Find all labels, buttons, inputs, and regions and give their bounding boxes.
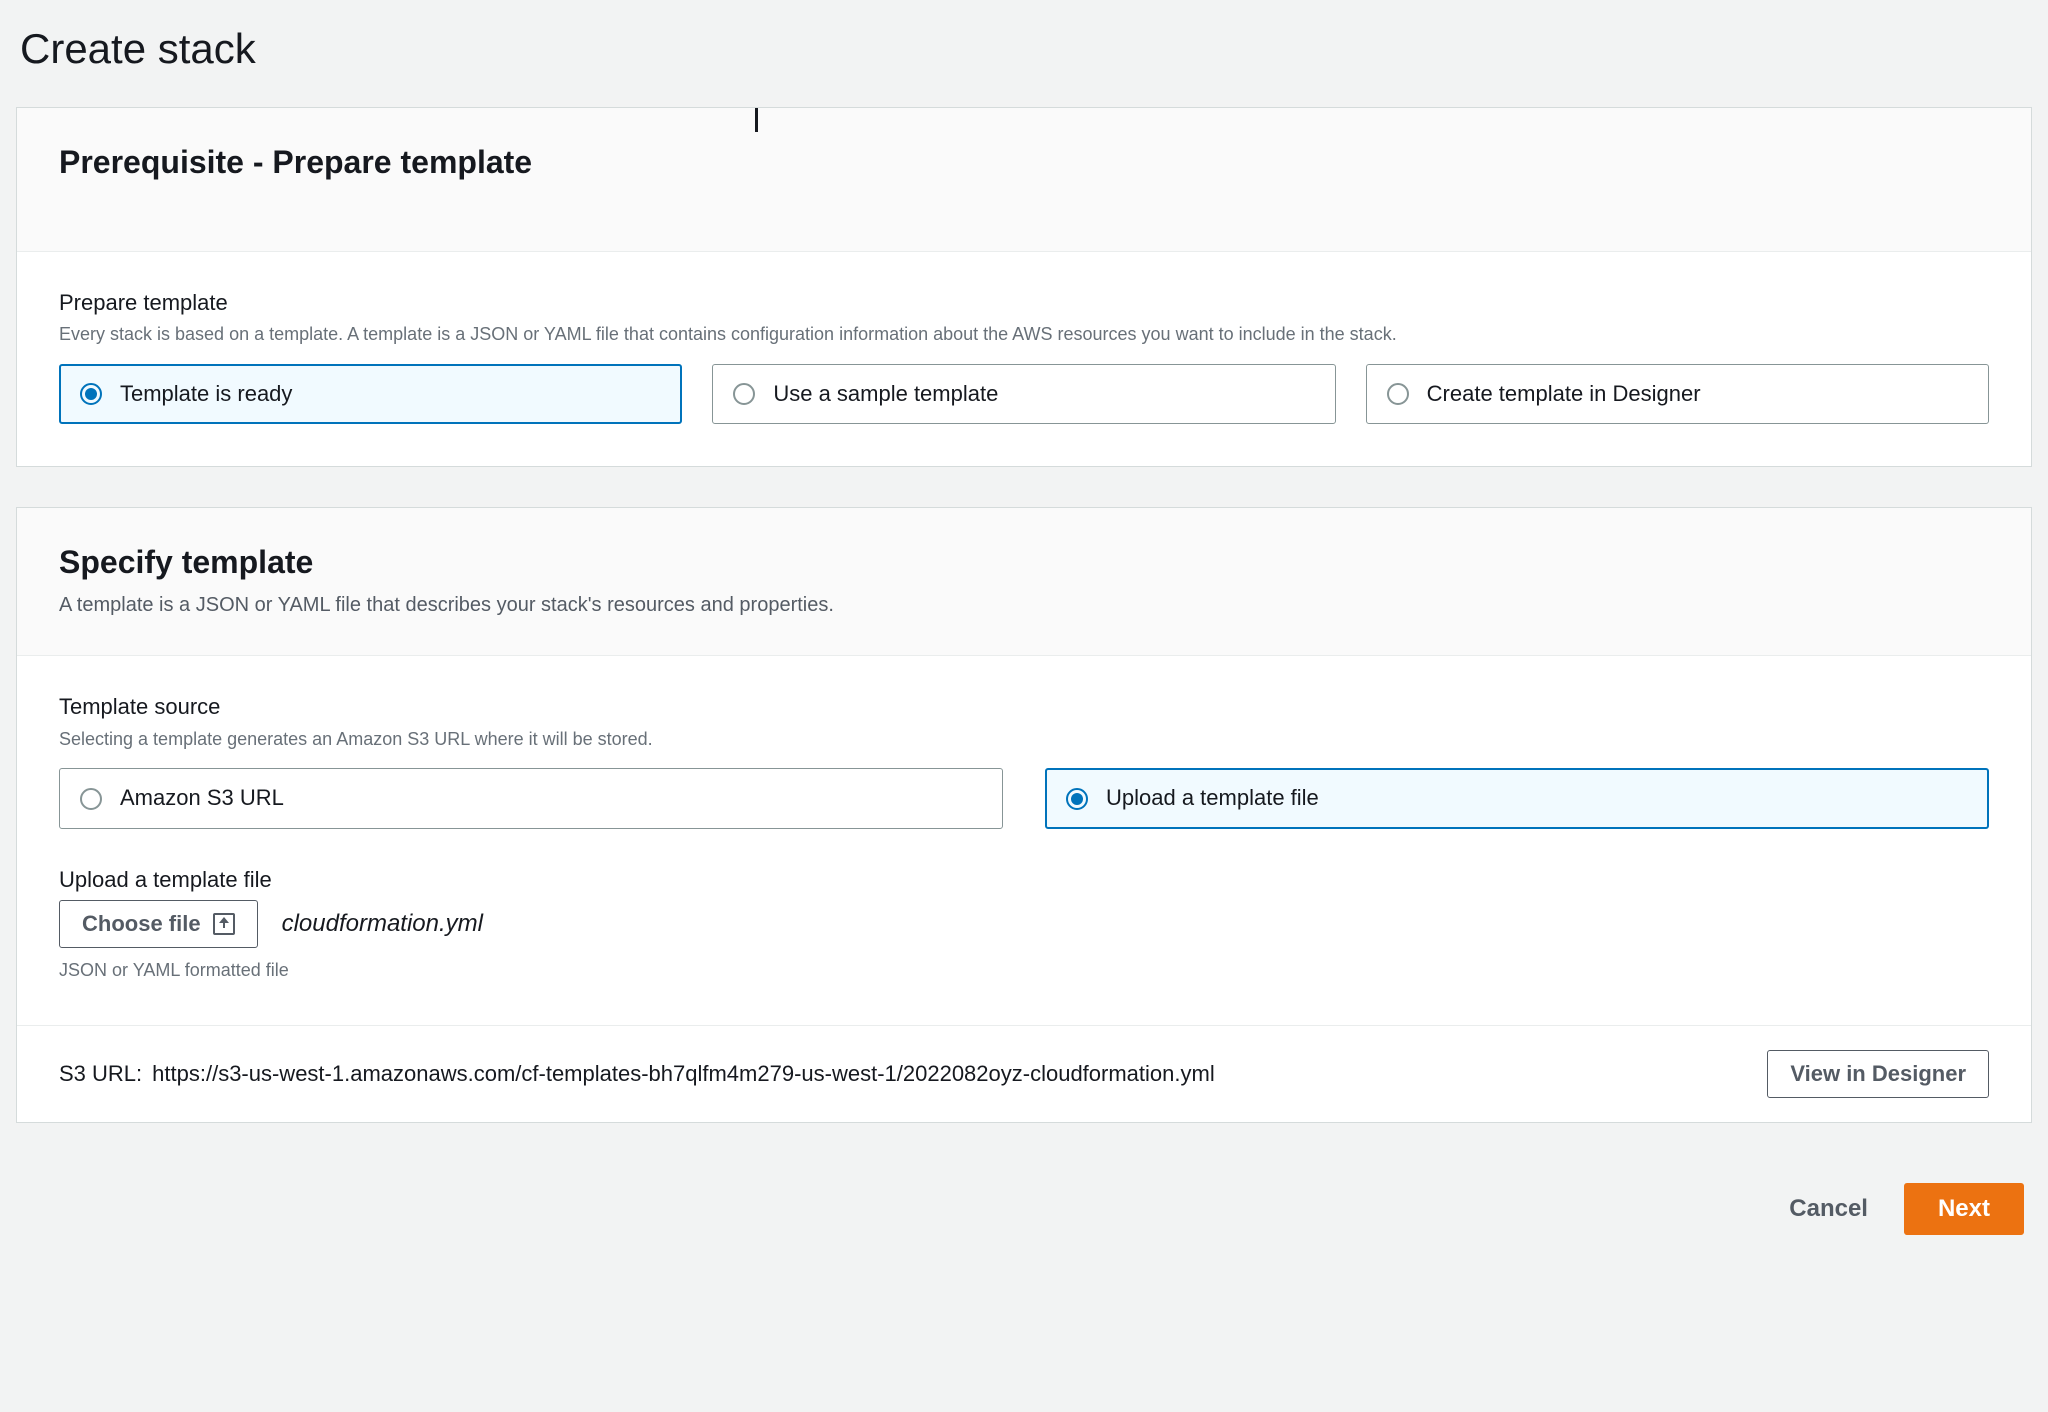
template-source-hint: Selecting a template generates an Amazon… [59, 727, 1989, 752]
template-source-label: Template source [59, 692, 1989, 723]
option-label: Upload a template file [1106, 783, 1319, 814]
option-s3-url[interactable]: Amazon S3 URL [59, 768, 1003, 829]
specify-template-panel: Specify template A template is a JSON or… [16, 507, 2032, 1123]
cancel-button[interactable]: Cancel [1781, 1183, 1876, 1235]
option-sample-template[interactable]: Use a sample template [712, 364, 1335, 425]
option-create-in-designer[interactable]: Create template in Designer [1366, 364, 1989, 425]
option-upload-file[interactable]: Upload a template file [1045, 768, 1989, 829]
radio-icon [80, 788, 102, 810]
prerequisite-panel: Prerequisite - Prepare template Prepare … [16, 107, 2032, 468]
radio-icon [1387, 383, 1409, 405]
selected-filename: cloudformation.yml [282, 907, 483, 941]
s3-url-row: S3 URL: https://s3-us-west-1.amazonaws.c… [59, 1059, 1215, 1090]
option-label: Amazon S3 URL [120, 783, 284, 814]
s3-url-value: https://s3-us-west-1.amazonaws.com/cf-te… [152, 1059, 1215, 1090]
view-in-designer-label: View in Designer [1790, 1061, 1966, 1087]
option-label: Create template in Designer [1427, 379, 1701, 410]
page-title: Create stack [0, 0, 2048, 107]
prepare-template-options: Template is ready Use a sample template … [59, 364, 1989, 425]
prerequisite-heading: Prerequisite - Prepare template [59, 140, 1989, 185]
upload-file-label: Upload a template file [59, 865, 1989, 896]
option-label: Template is ready [120, 379, 292, 410]
text-cursor-mark [755, 108, 758, 132]
option-label: Use a sample template [773, 379, 998, 410]
next-button[interactable]: Next [1904, 1183, 2024, 1235]
specify-description: A template is a JSON or YAML file that d… [59, 591, 1989, 619]
page-actions: Cancel Next [0, 1163, 2048, 1265]
upload-icon [213, 913, 235, 935]
prepare-template-label: Prepare template [59, 288, 1989, 319]
view-in-designer-button[interactable]: View in Designer [1767, 1050, 1989, 1098]
template-source-options: Amazon S3 URL Upload a template file [59, 768, 1989, 829]
radio-icon [1066, 788, 1088, 810]
specify-heading: Specify template [59, 540, 1989, 585]
prepare-template-hint: Every stack is based on a template. A te… [59, 322, 1989, 347]
choose-file-button[interactable]: Choose file [59, 900, 258, 948]
s3-url-label: S3 URL: [59, 1059, 142, 1090]
radio-icon [733, 383, 755, 405]
option-template-ready[interactable]: Template is ready [59, 364, 682, 425]
radio-icon [80, 383, 102, 405]
choose-file-label: Choose file [82, 911, 201, 937]
file-format-hint: JSON or YAML formatted file [59, 958, 1989, 983]
